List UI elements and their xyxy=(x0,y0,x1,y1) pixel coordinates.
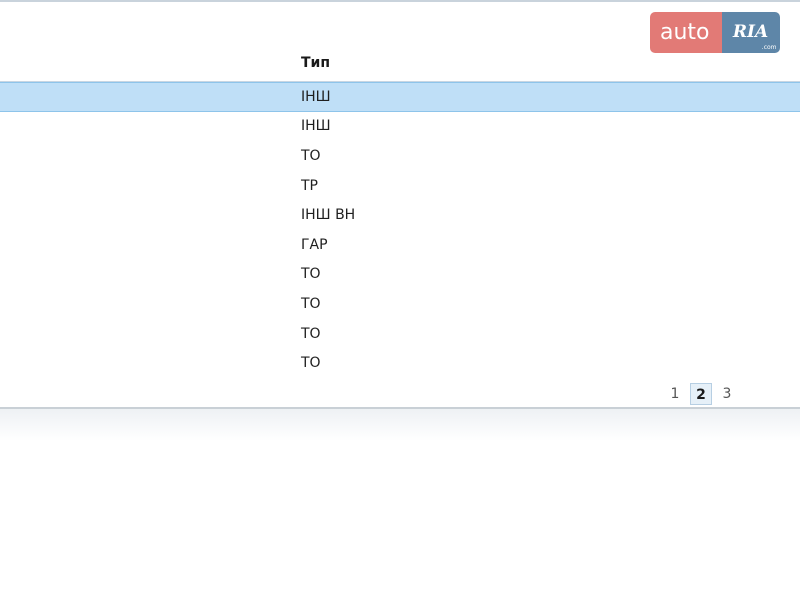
table-row[interactable]: ІНШ xyxy=(0,112,800,142)
table-row[interactable]: ТО xyxy=(0,348,800,378)
table-row[interactable]: ТО xyxy=(0,289,800,319)
watermark-ria-text: RIA xyxy=(732,22,769,42)
page-link-2-current[interactable]: 2 xyxy=(690,383,712,405)
type-cell: ТО xyxy=(301,266,321,283)
table-row[interactable]: ГАР xyxy=(0,230,800,260)
type-cell: ІНШ ВН xyxy=(301,207,356,224)
page-link-1[interactable]: 1 xyxy=(664,383,686,405)
type-cell: ТО xyxy=(301,147,321,164)
autoria-watermark-logo: auto RIA .com xyxy=(650,12,780,53)
type-cell: ТО xyxy=(301,355,321,372)
watermark-ria-badge: RIA .com xyxy=(721,12,780,53)
column-header-type[interactable]: Тип xyxy=(301,55,330,71)
page-link-3[interactable]: 3 xyxy=(716,383,738,405)
panel-shadow xyxy=(0,409,800,441)
table-row[interactable]: ТО xyxy=(0,141,800,171)
table-row[interactable]: ТР xyxy=(0,171,800,201)
watermark-com-text: .com xyxy=(761,44,777,51)
records-table: Тип ІНШ ІНШ ТО ТР ІНШ ВН ГАР ТО ТО ТО ТО… xyxy=(0,2,800,407)
type-cell: ІНШ xyxy=(301,88,331,105)
table-row[interactable]: ІНШ xyxy=(0,82,800,112)
type-cell: ТР xyxy=(301,177,318,194)
type-cell: ТО xyxy=(301,295,321,312)
table-body: ІНШ ІНШ ТО ТР ІНШ ВН ГАР ТО ТО ТО ТО xyxy=(0,82,800,378)
type-cell: ТО xyxy=(301,325,321,342)
type-cell: ІНШ xyxy=(301,118,331,135)
table-row[interactable]: ТО xyxy=(0,319,800,349)
pagination: 1 2 3 xyxy=(664,383,738,405)
watermark-auto-text: auto xyxy=(650,12,722,53)
table-row[interactable]: ТО xyxy=(0,260,800,290)
screenshot-frame: Тип ІНШ ІНШ ТО ТР ІНШ ВН ГАР ТО ТО ТО ТО… xyxy=(0,0,800,600)
table-row[interactable]: ІНШ ВН xyxy=(0,200,800,230)
type-cell: ГАР xyxy=(301,236,328,253)
